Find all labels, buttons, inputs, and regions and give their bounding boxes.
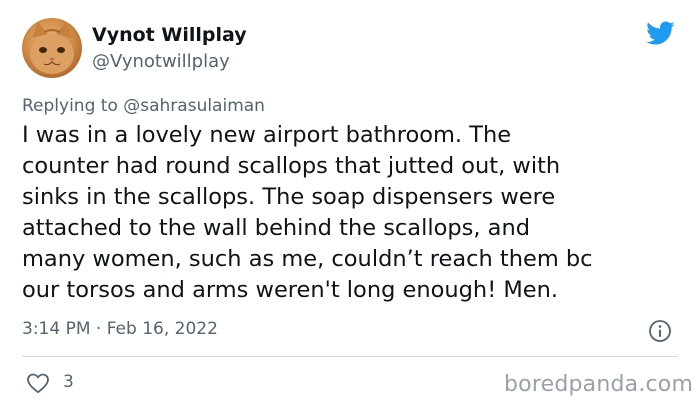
tweet-timestamp[interactable]: 3:14 PM · Feb 16, 2022	[22, 319, 218, 339]
tweet-line: many women, such as me, couldn’t reach t…	[22, 246, 593, 272]
author-avatar[interactable]	[22, 18, 82, 78]
cat-avatar-image	[30, 22, 74, 74]
like-count: 3	[63, 372, 74, 392]
divider	[22, 356, 678, 357]
twitter-bird-icon[interactable]	[643, 18, 677, 48]
tweet-line: counter had round scallops that jutted o…	[22, 153, 561, 179]
tweet-line: attached to the wall behind the scallops…	[22, 215, 530, 241]
author-handle[interactable]: @Vynotwillplay	[92, 51, 230, 72]
tweet-line: our torsos and arms weren't long enough!…	[22, 277, 559, 303]
author-name[interactable]: Vynot Willplay	[92, 24, 247, 46]
reply-prefix: Replying to	[22, 96, 118, 116]
reply-context: Replying to @sahrasulaiman	[22, 96, 265, 116]
info-icon[interactable]	[648, 319, 672, 343]
tweet-line: I was in a lovely new airport bathroom. …	[22, 122, 512, 148]
watermark: boredpanda.com	[504, 372, 694, 397]
heart-icon[interactable]	[26, 372, 50, 394]
tweet-line: sinks in the scallops. The soap dispense…	[22, 184, 556, 210]
reply-mention-link[interactable]: @sahrasulaiman	[123, 96, 265, 116]
tweet-text: I was in a lovely new airport bathroom. …	[22, 120, 690, 306]
